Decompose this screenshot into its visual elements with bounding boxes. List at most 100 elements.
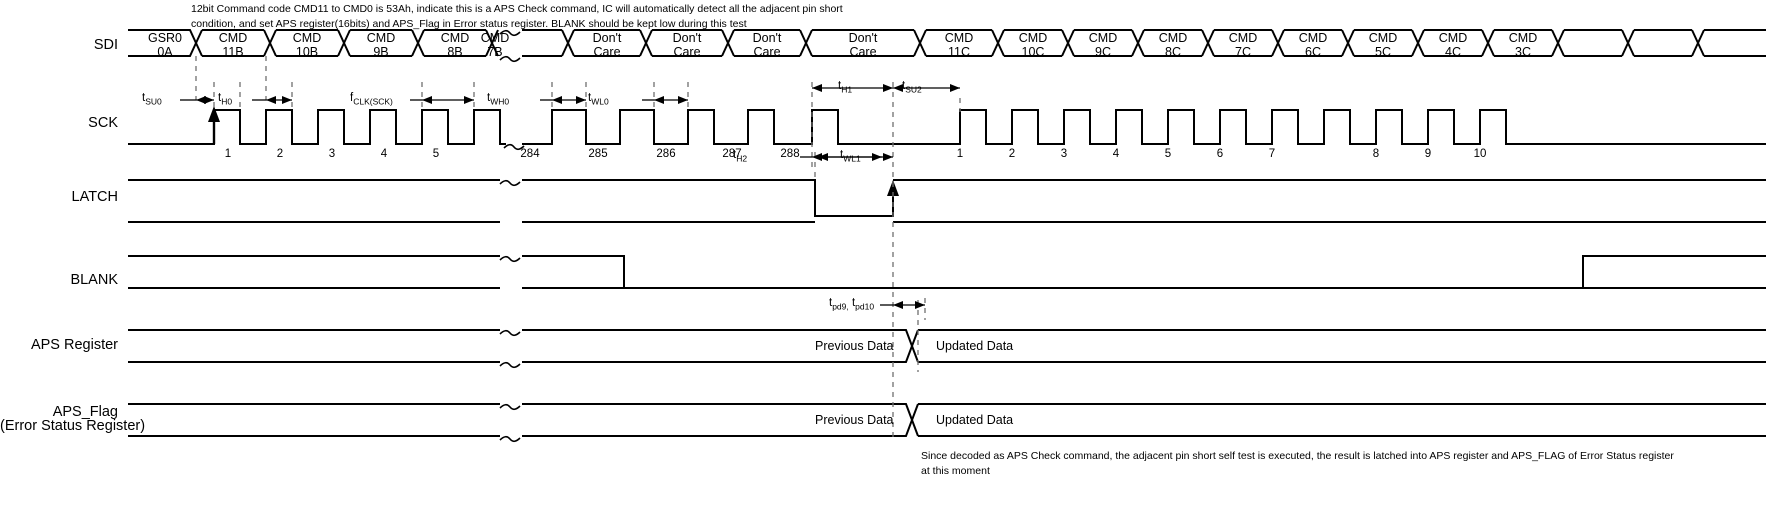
sdi-segment-line2: 11C	[947, 45, 970, 60]
sdi-segment-5: CMD 7B	[464, 31, 526, 60]
sdi-segment-6: Don't Care	[574, 31, 640, 60]
bottom-note: Since decoded as APS Check command, the …	[921, 450, 1674, 478]
sdi-segment-7: Don't Care	[652, 31, 722, 60]
sdi-segment-line2: Care	[673, 45, 701, 60]
sdi-segment-line2: Care	[849, 45, 877, 60]
aps-flag-before: Previous Data	[815, 413, 894, 427]
sck-cycle-left-6: 285	[588, 148, 608, 160]
timing-label-th2: tH2	[733, 149, 747, 163]
sdi-segment-line1: Don't	[848, 31, 878, 45]
sdi-segment-line1: CMD	[366, 31, 396, 45]
sdi-segment-17: CMD 4C	[1424, 31, 1482, 60]
timing-label-tpd: tpd9, tpd10	[829, 297, 874, 311]
timing-sub: SU0	[145, 96, 162, 107]
sdi-segment-line2: 11B	[222, 45, 244, 60]
sdi-segment-16: CMD 5C	[1354, 31, 1412, 60]
sdi-segment-line1: CMD	[1228, 31, 1258, 45]
dashed-guides	[195, 56, 961, 440]
sck-cycle-left-0: 1	[224, 148, 232, 160]
sck-cycle-right-6: 7	[1268, 148, 1276, 160]
sdi-segment-line1: CMD	[480, 31, 510, 45]
timing-label-fclk: fCLK(SCK)	[350, 92, 393, 106]
sdi-segment-10: CMD 11C	[926, 31, 992, 60]
timing-label-tsu2: tSU2	[902, 80, 922, 94]
sdi-segment-line2: Care	[593, 45, 621, 60]
sdi-segment-14: CMD 7C	[1214, 31, 1272, 60]
sdi-segment-line1: CMD	[1298, 31, 1328, 45]
aps-register-before: Previous Data	[815, 339, 894, 353]
sck-cycle-right-9: 10	[1473, 148, 1487, 160]
sdi-segment-1: CMD 11B	[202, 31, 264, 60]
sdi-segment-line2: 9C	[1095, 45, 1111, 60]
sdi-segment-9: Don't Care	[812, 31, 914, 60]
timing-label-th0: tH0	[218, 92, 232, 106]
timing-arrows	[180, 84, 960, 320]
sck-cycle-left-7: 286	[656, 148, 676, 160]
sck-waveform	[128, 106, 1766, 151]
latch-waveform	[128, 179, 1766, 223]
timing-sub: H2	[736, 153, 748, 164]
timing-label-twl0: tWL0	[588, 92, 609, 106]
sdi-segment-line2: 10B	[295, 45, 319, 60]
sdi-segment-line1: Don't	[592, 31, 622, 45]
sdi-segment-2: CMD 10B	[276, 31, 338, 60]
sdi-segment-line2: 8C	[1165, 45, 1181, 60]
timing-sub: WL1	[843, 153, 861, 164]
timing-label-twh0: tWH0	[487, 92, 509, 106]
aps-register-after: Updated Data	[936, 339, 1014, 353]
sdi-segment-line2: 10C	[1021, 45, 1045, 60]
timing-diagram-canvas: 12bit Command code CMD11 to CMD0 is 53Ah…	[0, 0, 1771, 530]
sdi-segment-13: CMD 8C	[1144, 31, 1202, 60]
sdi-segment-8: Don't Care	[734, 31, 800, 60]
sdi-segment-line1: CMD	[1508, 31, 1538, 45]
sdi-segment-line2: 9B	[373, 45, 389, 60]
blank-waveform	[128, 255, 1766, 289]
sdi-segment-line2: 5C	[1375, 45, 1391, 60]
sdi-segment-15: CMD 6C	[1284, 31, 1342, 60]
sdi-segment-line1: CMD	[292, 31, 322, 45]
timing-label-th1: tH1	[838, 80, 852, 94]
sdi-segment-line2: 7B	[487, 45, 503, 60]
sdi-segment-3: CMD 9B	[350, 31, 412, 60]
sdi-segment-line2: 7C	[1235, 45, 1251, 60]
sck-cycle-left-1: 2	[276, 148, 284, 160]
sdi-segment-line1: Don't	[672, 31, 702, 45]
sdi-segment-line2: 3C	[1515, 45, 1531, 60]
timing-sub: WH0	[490, 96, 510, 107]
sck-cycle-left-4: 5	[432, 148, 440, 160]
timing-sub: CLK(SCK)	[353, 96, 393, 107]
timing-label-twl1: tWL1	[840, 149, 861, 163]
timing-sub: H1	[841, 84, 853, 95]
timing-label-tsu0: tSU0	[142, 92, 162, 106]
sdi-segment-line1: CMD	[1088, 31, 1118, 45]
sck-cycle-left-2: 3	[328, 148, 336, 160]
sdi-segment-line1: GSR0	[147, 31, 183, 45]
sdi-segment-line1: Don't	[752, 31, 782, 45]
timing-sub: pd9,	[832, 301, 849, 312]
sck-cycle-right-0: 1	[956, 148, 964, 160]
aps-flag-after: Updated Data	[936, 413, 1014, 427]
sck-cycle-right-8: 9	[1424, 148, 1432, 160]
sck-cycle-left-9: 288	[780, 148, 800, 160]
sck-cycle-right-3: 4	[1112, 148, 1120, 160]
sck-cycle-left-3: 4	[380, 148, 388, 160]
sdi-segment-line1: CMD	[1158, 31, 1188, 45]
sck-cycle-right-1: 2	[1008, 148, 1016, 160]
sdi-segment-11: CMD 10C	[1004, 31, 1062, 60]
sdi-segment-12: CMD 9C	[1074, 31, 1132, 60]
sck-cycle-left-5: 284	[520, 148, 540, 160]
sdi-segment-0: GSR0 0A	[128, 31, 202, 60]
sck-cycle-right-4: 5	[1164, 148, 1172, 160]
sdi-segment-line1: CMD	[1018, 31, 1048, 45]
timing-sub2: pd10	[855, 301, 875, 312]
sdi-segment-line1: CMD	[218, 31, 248, 45]
sdi-segment-18: CMD 3C	[1494, 31, 1552, 60]
sdi-segment-line2: 0A	[157, 45, 173, 60]
sck-cycle-right-5: 6	[1216, 148, 1224, 160]
sck-cycle-right-7: 8	[1372, 148, 1380, 160]
timing-sub: SU2	[905, 84, 922, 95]
sdi-segment-line2: 6C	[1305, 45, 1321, 60]
timing-sub: H0	[221, 96, 233, 107]
sdi-segment-line2: 8B	[447, 45, 463, 60]
sdi-segment-line1: CMD	[944, 31, 974, 45]
